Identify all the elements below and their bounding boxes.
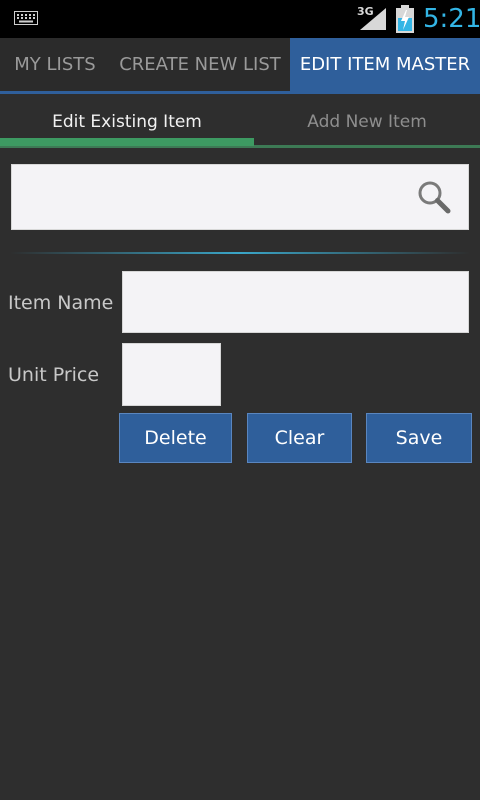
clock: 5:21 xyxy=(423,4,480,34)
tab-create-new-list[interactable]: CREATE NEW LIST xyxy=(110,38,290,91)
search-input[interactable] xyxy=(11,164,469,230)
divider xyxy=(10,252,470,254)
search-icon[interactable] xyxy=(416,179,452,215)
tab-add-new-item[interactable]: Add New Item xyxy=(254,94,480,144)
item-name-label: Item Name xyxy=(8,292,114,314)
tab-edit-existing-item[interactable]: Edit Existing Item xyxy=(0,94,254,144)
unit-price-label: Unit Price xyxy=(8,364,100,386)
signal-icon xyxy=(360,8,386,30)
save-button[interactable]: Save xyxy=(366,413,472,463)
tab-edit-item-master[interactable]: EDIT ITEM MASTER xyxy=(290,38,480,91)
keyboard-icon xyxy=(14,11,38,25)
tab-my-lists[interactable]: MY LISTS xyxy=(0,38,110,91)
clear-button[interactable]: Clear xyxy=(247,413,352,463)
status-bar: 3G 5:21 xyxy=(0,0,480,38)
delete-button[interactable]: Delete xyxy=(119,413,232,463)
unit-price-field[interactable] xyxy=(122,343,221,406)
selected-tab-indicator xyxy=(0,138,254,146)
action-bar-tabs: MY LISTS CREATE NEW LIST EDIT ITEM MASTE… xyxy=(0,38,480,94)
battery-charging-icon xyxy=(396,5,414,33)
item-name-field[interactable] xyxy=(122,271,469,333)
